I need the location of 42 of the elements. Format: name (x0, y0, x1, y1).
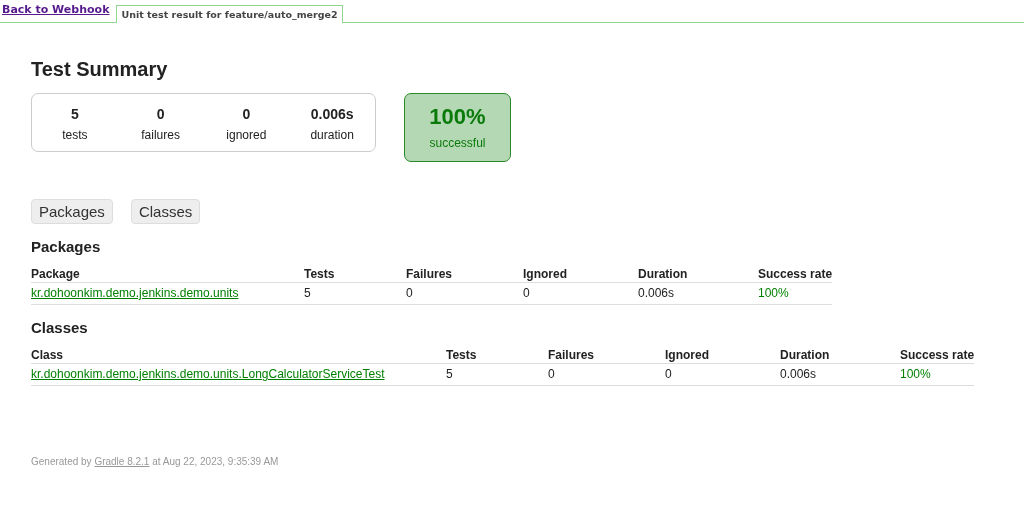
table-cell: 0 (523, 282, 638, 305)
table-cell: 5 (446, 363, 548, 386)
column-header: Success rate (758, 266, 833, 283)
table-cell: 0.006s (638, 282, 758, 305)
footer-text: Generated by Gradle 8.2.1 at Aug 22, 2023, 9:35:39 AM (31, 456, 280, 467)
view-tab-button[interactable]: Classes (130, 199, 201, 224)
column-header: Tests (446, 347, 548, 364)
column-header: Failures (548, 347, 665, 364)
counter-label: ignored (225, 128, 268, 142)
column-header: Failures (406, 266, 523, 283)
section-title: Classes (31, 319, 89, 338)
column-header: Duration (780, 347, 900, 364)
column-header: Class (31, 347, 446, 364)
name-link[interactable]: kr.dohoonkim.demo.jenkins.demo.units.LongCalculatorServiceTest (31, 367, 385, 381)
column-header: Ignored (523, 266, 638, 283)
back-link[interactable]: Back to Webhook (2, 3, 110, 16)
table-cell: 0 (665, 363, 780, 386)
column-header: Package (31, 266, 304, 283)
report-tab[interactable]: Unit test result for feature/auto_merge2 (116, 5, 343, 23)
column-header: Duration (638, 266, 758, 283)
column-header: Success rate (900, 347, 975, 364)
name-link[interactable]: kr.dohoonkim.demo.jenkins.demo.units (31, 286, 239, 300)
counter-value: 0 (155, 106, 166, 122)
success-rate-value: 100% (428, 104, 487, 130)
view-tab-button[interactable]: Packages (31, 199, 113, 224)
counter-value: 0.006s (309, 106, 355, 122)
page-title: Test Summary (31, 58, 169, 82)
counter-label: tests (61, 128, 89, 142)
table-cell: 0.006s (780, 363, 900, 386)
table-cell: 0 (548, 363, 665, 386)
column-header: Tests (304, 266, 406, 283)
success-rate-label: successful (428, 136, 487, 150)
column-header: Ignored (665, 347, 780, 364)
table-cell: 0 (406, 282, 523, 305)
table-cell: 5 (304, 282, 406, 305)
success-rate-cell: 100% (900, 363, 975, 386)
counter-label: duration (309, 128, 355, 142)
section-title: Packages (31, 238, 102, 257)
counter-label: failures (140, 128, 181, 142)
success-rate-cell: 100% (758, 282, 833, 305)
counter-value: 5 (69, 106, 80, 122)
counter-value: 0 (241, 106, 252, 122)
